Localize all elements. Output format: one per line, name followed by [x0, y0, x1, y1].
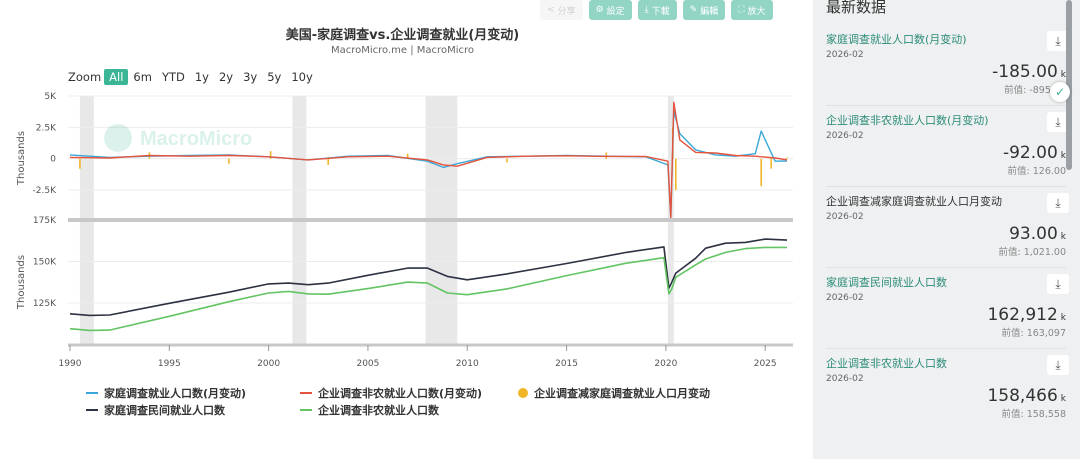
x-tick-label: 2010	[456, 359, 479, 369]
card-unit: k	[1060, 232, 1066, 242]
download-icon: ⤓	[1055, 33, 1061, 48]
card-value: -185.00 k	[826, 62, 1066, 82]
legend-line-icon	[86, 408, 98, 411]
watermark-logo-icon	[104, 124, 132, 152]
card-date: 2026-02	[826, 212, 864, 222]
card-previous: 前值: 126.00	[1007, 166, 1066, 177]
card-value: 158,466 k	[826, 386, 1066, 406]
card-divider	[826, 348, 1066, 349]
card-previous: 前值: -895.00	[1004, 85, 1066, 96]
card-previous: 前值: 1,021.00	[998, 247, 1066, 258]
legend-label: 家庭调查民间就业人口数	[104, 403, 225, 417]
legend-item-difference[interactable]: 企业调查减家庭调查就业人口月变动	[518, 385, 710, 401]
download-icon: ⤓	[1055, 114, 1061, 129]
legend-line-icon	[300, 391, 312, 394]
card-value: 162,912 k	[826, 305, 1066, 325]
difference-bar	[506, 158, 508, 163]
y-tick-label: 0	[50, 155, 56, 165]
chart-svg[interactable]: MacroMicro 5K 2.5K 0 -2.5K 175K 150K 125K 1990…	[0, 0, 812, 380]
legend-item-household-change[interactable]: 家庭调查就业人口数(月变动)	[86, 385, 300, 401]
x-tick-label: 1995	[158, 359, 181, 369]
download-card-button[interactable]: ⤓	[1047, 274, 1069, 294]
card-divider	[826, 267, 1066, 268]
difference-bar	[760, 158, 763, 187]
top-panel-ylabel: Thousands	[16, 131, 27, 186]
app-root: < 分享 ⚙ 設定 ⤓ 下載 ✎ 編輯 ⛶ 放大 美国-家庭调查vs.企业调查就业(月变动…	[0, 0, 1080, 459]
assistant-icon: ✓	[1054, 85, 1066, 99]
legend-label: 企业调查减家庭调查就业人口月变动	[534, 386, 710, 400]
card-value-number: 93.00	[1009, 224, 1058, 244]
card-unit: k	[1060, 313, 1066, 323]
y-tick-label: 5K	[44, 92, 57, 102]
card-date: 2026-02	[826, 131, 864, 141]
chart-legend: 家庭调查就业人口数(月变动) 企业调查非农就业人口数(月变动) 企业调查减家庭调…	[86, 384, 710, 418]
card-value-number: 162,912	[987, 305, 1058, 325]
chart-panel: < 分享 ⚙ 設定 ⤓ 下載 ✎ 編輯 ⛶ 放大 美国-家庭调查vs.企业调查就业(月变动…	[0, 0, 812, 459]
watermark-text: MacroMicro	[140, 128, 252, 150]
x-axis: 1990 1995 2000 2005 2010 2015 2020 2025	[59, 345, 777, 369]
download-icon: ⤓	[1055, 276, 1061, 291]
data-card[interactable]: 企业调查减家庭调查就业人口月变动 2026-02 93.00 k 前值: 1,02…	[826, 193, 1069, 258]
y-tick-label: 2.5K	[36, 123, 57, 133]
legend-line-icon	[86, 391, 98, 394]
difference-bar	[79, 158, 81, 169]
legend-item-payroll-change[interactable]: 企业调查非农就业人口数(月变动)	[300, 385, 518, 401]
difference-bar	[228, 158, 230, 164]
legend-label: 家庭调查就业人口数(月变动)	[104, 386, 247, 400]
card-value-number: -92.00	[1002, 143, 1058, 163]
y-tick-label: 150K	[33, 258, 57, 268]
card-previous: 前值: 163,097	[1001, 328, 1066, 339]
latest-data-panel: 最新数据 家庭调查就业人口数(月变动) 2026-02 -185.00 k 前值:…	[813, 0, 1080, 459]
card-date: 2026-02	[826, 50, 864, 60]
download-icon: ⤓	[1055, 357, 1061, 372]
data-card[interactable]: 家庭调查民间就业人口数 2026-02 162,912 k 前值: 163,097…	[826, 274, 1069, 339]
assistant-button[interactable]: ✓	[1050, 82, 1070, 102]
difference-bar	[770, 158, 772, 169]
x-tick-label: 1990	[59, 359, 82, 369]
y-tick-label: 125K	[33, 299, 57, 309]
panel-divider[interactable]	[68, 218, 793, 222]
bottom-panel-ylabel: Thousands	[16, 255, 27, 310]
difference-bar	[786, 157, 788, 159]
legend-item-household-level[interactable]: 家庭调查民间就业人口数	[86, 402, 300, 418]
card-value: -92.00 k	[826, 143, 1066, 163]
legend-line-icon	[300, 408, 312, 411]
legend-dot-icon	[518, 387, 528, 398]
x-tick-label: 2015	[555, 359, 578, 369]
card-value: 93.00 k	[826, 224, 1066, 244]
card-date: 2026-02	[826, 293, 864, 303]
difference-bar	[327, 158, 330, 165]
card-divider	[826, 186, 1066, 187]
watermark: MacroMicro	[104, 124, 252, 152]
card-unit: k	[1060, 394, 1066, 404]
data-card[interactable]: 家庭调查就业人口数(月变动) 2026-02 -185.00 k 前值: -895…	[826, 31, 1069, 96]
data-card[interactable]: 企业调查非农就业人口数(月变动) 2026-02 -92.00 k 前值: 126…	[826, 112, 1069, 177]
card-name[interactable]: 企业调查非农就业人口数	[826, 355, 1066, 371]
y-tick-label: -2.5K	[33, 186, 58, 196]
card-value-number: -185.00	[992, 62, 1058, 82]
card-name[interactable]: 家庭调查民间就业人口数	[826, 274, 1066, 290]
card-date: 2026-02	[826, 374, 864, 384]
card-name[interactable]: 家庭调查就业人口数(月变动)	[826, 31, 1066, 47]
card-value-number: 158,466	[987, 386, 1058, 406]
x-tick-label: 2020	[654, 359, 677, 369]
legend-label: 企业调查非农就业人口数	[318, 403, 439, 417]
download-card-button[interactable]: ⤓	[1047, 355, 1069, 375]
download-card-button[interactable]: ⤓	[1047, 193, 1069, 213]
x-tick-label: 2000	[257, 359, 280, 369]
difference-bar	[675, 158, 677, 190]
card-name[interactable]: 企业调查非农就业人口数(月变动)	[826, 112, 1066, 128]
card-divider	[826, 105, 1066, 106]
side-title: 最新数据	[826, 0, 887, 16]
card-name[interactable]: 企业调查减家庭调查就业人口月变动	[826, 193, 1066, 209]
data-card[interactable]: 企业调查非农就业人口数 2026-02 158,466 k 前值: 158,558…	[826, 355, 1069, 420]
x-tick-label: 2005	[356, 359, 379, 369]
download-icon: ⤓	[1055, 195, 1061, 210]
card-previous: 前值: 158,558	[1001, 409, 1066, 420]
y-tick-label: 175K	[33, 216, 57, 226]
y-axis-labels: 5K 2.5K 0 -2.5K 175K 150K 125K	[33, 92, 58, 309]
legend-label: 企业调查非农就业人口数(月变动)	[318, 386, 483, 400]
x-tick-label: 2025	[754, 359, 777, 369]
legend-item-payroll-level[interactable]: 企业调查非农就业人口数	[300, 402, 439, 418]
